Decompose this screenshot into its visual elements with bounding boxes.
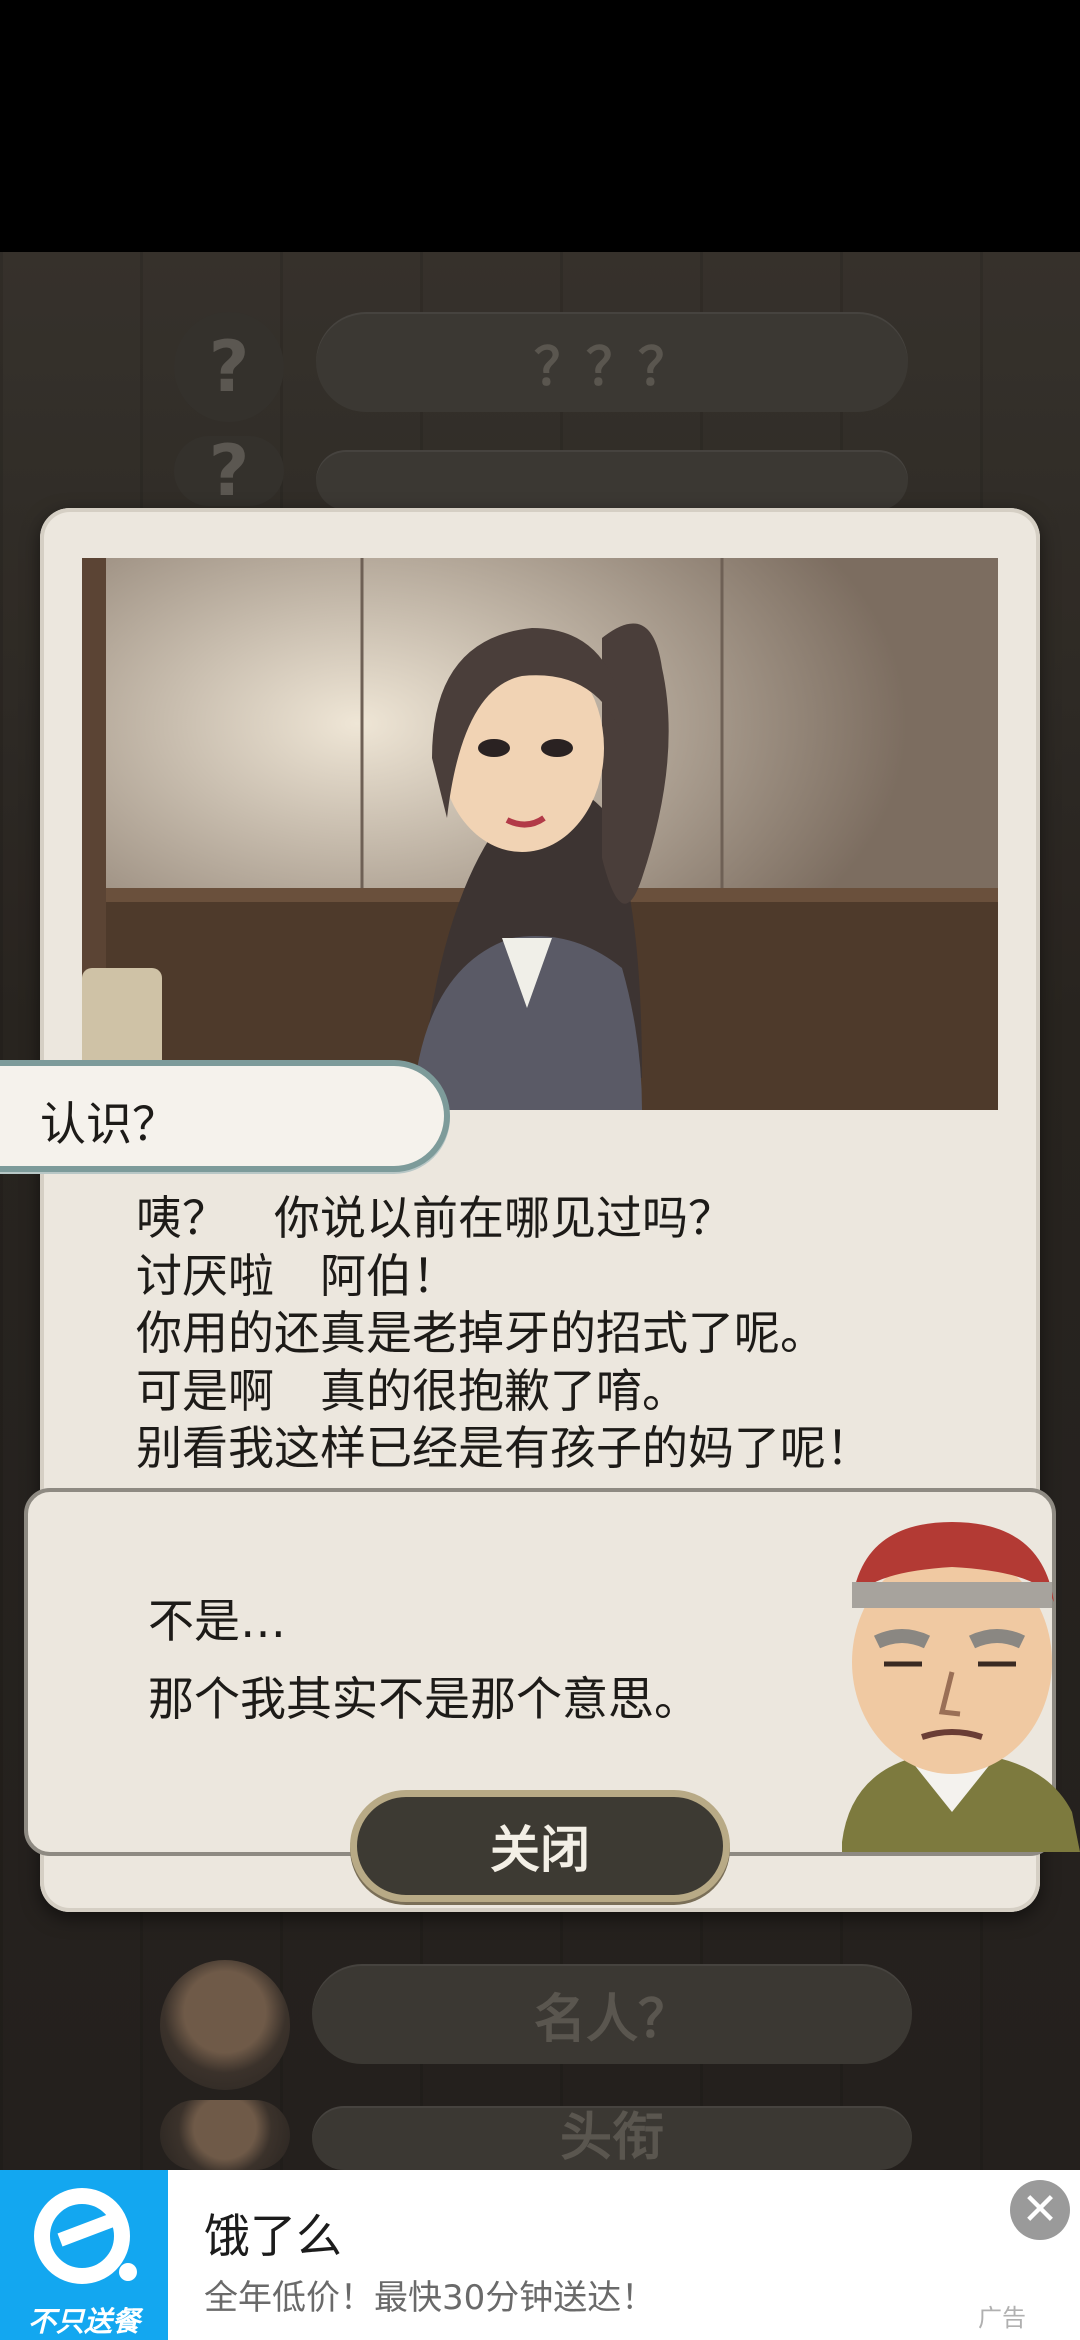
top-black-bar xyxy=(0,0,1080,252)
dialog-body: 咦？ 你说以前在哪见过吗？ 讨厌啦 阿伯！ 你用的还真是老掉牙的招式了呢。 可是… xyxy=(136,1190,976,1478)
list-row-celebrity[interactable]: 名人？ xyxy=(312,1964,912,2064)
dialog-line: 可是啊 真的很抱歉了唷。 xyxy=(136,1363,688,1418)
ad-title[interactable]: 饿了么 xyxy=(204,2200,342,2266)
unknown-mark: ? xyxy=(174,312,284,422)
close-button[interactable]: 关闭 xyxy=(350,1790,730,1902)
list-row-partial xyxy=(316,450,908,510)
dialog-line: 别看我这样已经是有孩子的妈了呢！ xyxy=(136,1421,872,1475)
list-avatar xyxy=(160,2100,290,2170)
list-avatar xyxy=(160,1960,290,2090)
dialog-line: 讨厌啦 阿伯！ xyxy=(136,1248,458,1303)
scene-illustration xyxy=(82,558,998,1110)
ad-tag: 广告 xyxy=(978,2304,1026,2332)
ad-logo-caption: 不只送餐 xyxy=(27,2305,140,2338)
ad-close-icon[interactable]: ✕ xyxy=(1010,2180,1070,2240)
dialog-line: 你用的还真是老掉牙的招式了呢。 xyxy=(136,1306,826,1360)
list-row-title[interactable]: 头衔 xyxy=(312,2106,912,2170)
dialog-line: 咦？ 你说以前在哪见过吗？ xyxy=(136,1191,734,1245)
reply-text: 不是… 那个我其实不是那个意思。 xyxy=(148,1582,700,1738)
unknown-mark: ? xyxy=(174,430,284,512)
old-man-portrait xyxy=(822,1512,1080,1852)
dialog-title: 认识？ xyxy=(40,1097,178,1151)
reply-line: 那个我其实不是那个意思。 xyxy=(148,1672,700,1726)
list-row-unknown: ？？？ xyxy=(316,312,908,412)
ad-subtitle[interactable]: 全年低价！最快30分钟送达！ xyxy=(204,2270,655,2319)
reply-line: 不是… xyxy=(148,1594,286,1648)
